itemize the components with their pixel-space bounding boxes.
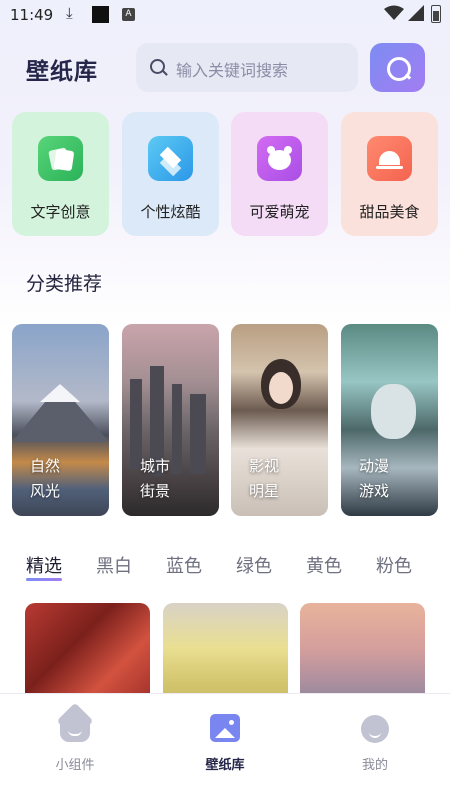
recommend-caption: 影视 明星: [249, 457, 280, 500]
tab-blue[interactable]: 蓝色: [166, 552, 202, 578]
category-label: 个性炫酷: [140, 203, 201, 221]
anime-figure: [371, 384, 416, 439]
wifi-icon: [384, 5, 404, 20]
nav-widgets[interactable]: 小组件: [25, 714, 125, 773]
category-label: 可爱萌宠: [249, 203, 310, 221]
cards-icon: [38, 136, 83, 181]
section-title: 分类推荐: [26, 273, 103, 295]
recommend-card-anime-games[interactable]: 动漫 游戏: [341, 324, 438, 516]
portrait-face: [269, 372, 293, 404]
building: [190, 394, 206, 474]
battery-icon: [431, 5, 441, 23]
wallpaper-thumbnail[interactable]: [163, 603, 288, 703]
search-input[interactable]: 输入关键词搜索: [136, 43, 358, 92]
category-card-desserts[interactable]: 甜品美食: [341, 112, 438, 236]
bottom-nav: 小组件 壁纸库 我的: [0, 693, 450, 801]
category-card-text-creative[interactable]: 文字创意: [12, 112, 109, 236]
wallpaper-thumbnail[interactable]: [300, 603, 425, 703]
search-placeholder: 输入关键词搜索: [176, 61, 289, 80]
nav-wallpaper-library[interactable]: 壁纸库: [175, 714, 275, 773]
building: [172, 384, 182, 474]
recommend-caption: 动漫 游戏: [359, 457, 390, 500]
signal-icon: [408, 5, 424, 21]
status-bar: 11:49 ⤓ A: [0, 0, 450, 30]
cloche-icon: [367, 136, 412, 181]
status-time: 11:49: [10, 6, 54, 24]
app-logo: 壁纸库: [26, 59, 98, 85]
recommend-card-city[interactable]: 城市 街景: [122, 324, 219, 516]
nav-mine[interactable]: 我的: [325, 714, 425, 773]
snow-cap: [40, 384, 80, 402]
nav-label: 我的: [361, 758, 388, 773]
wallpaper-thumbnail[interactable]: [25, 603, 150, 703]
category-card-cool[interactable]: 个性炫酷: [122, 112, 219, 236]
tab-green[interactable]: 绿色: [236, 552, 272, 578]
category-card-cute-pets[interactable]: 可爱萌宠: [231, 112, 328, 236]
gallery-icon: [210, 714, 240, 742]
search-button[interactable]: [370, 43, 425, 92]
pet-face-icon: [257, 136, 302, 181]
nav-label: 小组件: [55, 758, 95, 773]
home-icon: [60, 718, 90, 742]
app-notification-icon: A: [122, 8, 135, 21]
recommend-card-film-stars[interactable]: 影视 明星: [231, 324, 328, 516]
category-label: 文字创意: [30, 203, 91, 221]
layers-icon: [148, 136, 193, 181]
recommend-caption: 自然 风光: [30, 457, 61, 500]
notification-square-icon: [92, 6, 109, 23]
search-icon: [150, 59, 165, 74]
category-label: 甜品美食: [359, 203, 420, 221]
tab-black-white[interactable]: 黑白: [96, 552, 132, 578]
recommend-card-nature[interactable]: 自然 风光: [12, 324, 109, 516]
tab-pink[interactable]: 粉色: [376, 552, 412, 578]
download-icon: ⤓: [66, 4, 73, 22]
profile-icon: [361, 715, 389, 743]
tab-yellow[interactable]: 黄色: [306, 552, 342, 578]
recommend-caption: 城市 街景: [140, 457, 171, 500]
tab-featured[interactable]: 精选: [26, 552, 62, 578]
active-tab-indicator: [26, 578, 62, 581]
search-icon: [387, 57, 411, 81]
nav-label: 壁纸库: [205, 758, 245, 773]
